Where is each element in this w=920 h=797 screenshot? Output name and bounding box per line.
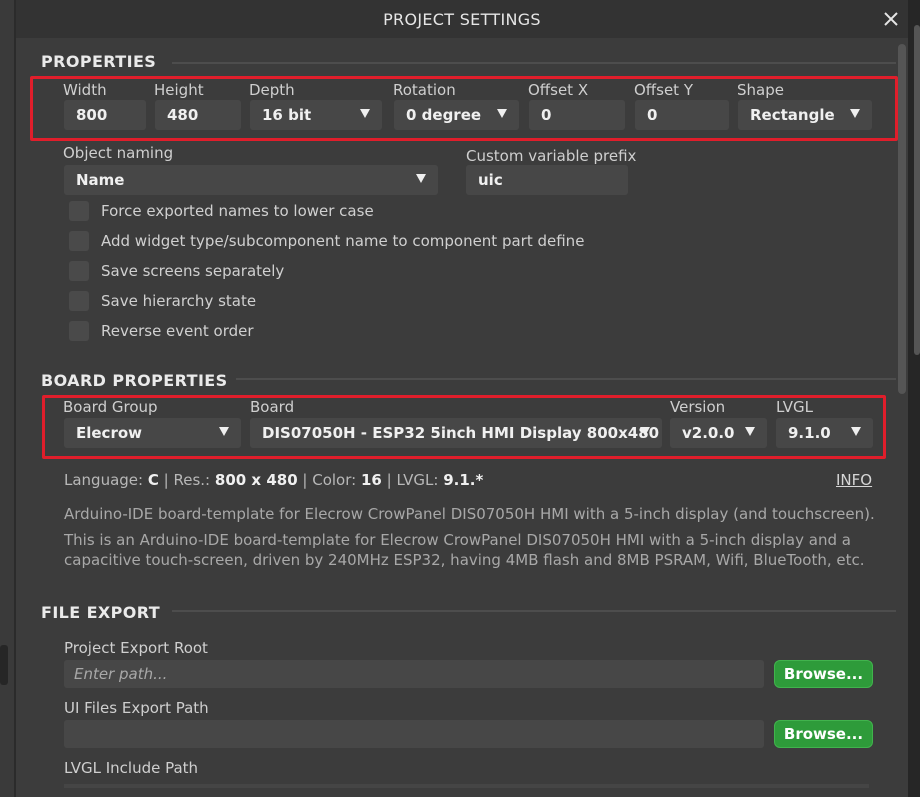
lvgl-info-value: 9.1.* [443,471,484,489]
save-screens-checkbox[interactable] [69,261,89,281]
chevron-down-icon [497,109,507,118]
background-app-right [908,0,920,797]
lvgl-label: LVGL [776,398,813,416]
depth-dropdown[interactable]: 16 bit [250,100,382,130]
offset-y-label: Offset Y [634,81,693,99]
shape-dropdown[interactable]: Rectangle [738,100,872,130]
board-group-value: Elecrow [76,424,143,442]
depth-label: Depth [249,81,295,99]
checkbox-label: Save hierarchy state [101,292,257,310]
language-label: Language: [64,471,144,489]
close-icon [884,12,898,26]
height-label: Height [154,81,204,99]
chevron-down-icon [640,427,650,436]
offset-x-label: Offset X [528,81,589,99]
checkbox-label: Reverse event order [101,322,254,340]
board-section-title: BOARD PROPERTIES [41,371,228,390]
checkbox-label: Add widget type/subcomponent name to com… [101,232,585,250]
offset-y-input[interactable]: 0 [635,100,729,130]
version-value: v2.0.0 [682,424,735,442]
project-root-browse-button[interactable]: Browse... [774,660,873,688]
custom-prefix-input[interactable]: uic [466,165,628,195]
info-link[interactable]: INFO [836,471,872,489]
chevron-down-icon [850,109,860,118]
rotation-label: Rotation [393,81,456,99]
language-value: C [147,471,159,489]
object-naming-value: Name [76,171,125,189]
chevron-down-icon [219,427,229,436]
depth-value: 16 bit [262,106,312,124]
chevron-down-icon [416,174,426,183]
ui-files-input[interactable] [64,720,764,748]
properties-section-title: PROPERTIES [41,52,157,71]
widget-type-define-checkbox[interactable] [69,231,89,251]
project-settings-dialog: PROJECT SETTINGS PROPERTIES Width 800 He… [16,0,908,797]
version-label: Version [670,398,726,416]
board-info-line: Language: C | Res.: 800 x 480 | Color: 1… [64,471,484,489]
chevron-down-icon [745,427,755,436]
checkbox-label: Save screens separately [101,262,285,280]
board-value: DIS07050H - ESP32 5inch HMI Display 800x… [262,424,660,442]
width-input[interactable]: 800 [64,100,146,130]
lvgl-value: 9.1.0 [788,424,831,442]
checkbox-row[interactable]: Save hierarchy state [69,291,256,311]
board-group-label: Board Group [63,398,158,416]
shape-value: Rectangle [750,106,835,124]
dialog-title: PROJECT SETTINGS [383,9,541,29]
board-short-description: Arduino-IDE board-template for Elecrow C… [64,505,875,523]
lvgl-include-label: LVGL Include Path [64,759,199,777]
res-label: Res.: [173,471,211,489]
custom-prefix-label: Custom variable prefix [466,147,637,165]
checkbox-row[interactable]: Force exported names to lower case [69,201,374,221]
section-divider [172,610,896,612]
section-divider [172,62,896,64]
content-scrollbar[interactable] [898,44,906,394]
color-value: 16 [360,471,382,489]
color-label: Color: [312,471,357,489]
chevron-down-icon [851,427,861,436]
res-value: 800 x 480 [214,471,298,489]
checkbox-row[interactable]: Save screens separately [69,261,284,281]
dialog-content: PROPERTIES Width 800 Height 480 Depth 16… [16,38,908,797]
lvgl-include-input-edge[interactable] [64,784,869,788]
reverse-event-order-checkbox[interactable] [69,321,89,341]
ui-files-label: UI Files Export Path [64,699,209,717]
checkbox-row[interactable]: Reverse event order [69,321,254,341]
close-button[interactable] [878,6,904,32]
background-scrollbar [914,25,920,355]
file-export-section-title: FILE EXPORT [41,603,161,622]
lowercase-names-checkbox[interactable] [69,201,89,221]
board-group-dropdown[interactable]: Elecrow [64,418,241,448]
board-long-description: This is an Arduino-IDE board-template fo… [64,531,865,569]
offset-x-input[interactable]: 0 [529,100,625,130]
board-dropdown[interactable]: DIS07050H - ESP32 5inch HMI Display 800x… [250,418,662,448]
shape-label: Shape [737,81,784,99]
rotation-dropdown[interactable]: 0 degree [394,100,519,130]
chevron-down-icon [360,109,370,118]
object-naming-label: Object naming [63,144,174,162]
section-divider [236,378,896,380]
lvgl-dropdown[interactable]: 9.1.0 [776,418,873,448]
background-app-left [0,0,14,797]
board-label: Board [250,398,295,416]
project-root-input[interactable] [64,660,764,688]
rotation-value: 0 degree [406,106,482,124]
dialog-header: PROJECT SETTINGS [16,0,908,38]
version-dropdown[interactable]: v2.0.0 [670,418,767,448]
save-hierarchy-checkbox[interactable] [69,291,89,311]
lvgl-info-label: LVGL: [396,471,439,489]
width-label: Width [63,81,107,99]
checkbox-label: Force exported names to lower case [101,202,374,220]
ui-files-browse-button[interactable]: Browse... [774,720,873,748]
object-naming-dropdown[interactable]: Name [64,165,438,195]
project-root-label: Project Export Root [64,639,208,657]
checkbox-row[interactable]: Add widget type/subcomponent name to com… [69,231,584,251]
background-strip [0,645,8,685]
height-input[interactable]: 480 [155,100,241,130]
